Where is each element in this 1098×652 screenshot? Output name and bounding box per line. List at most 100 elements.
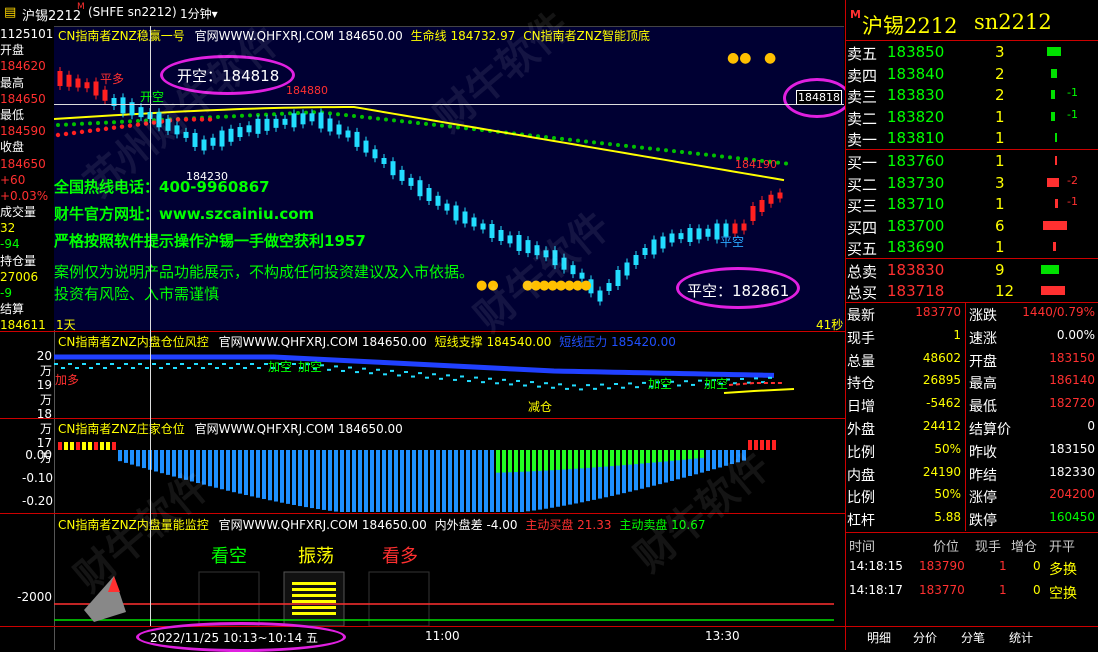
bar-green <box>682 450 686 460</box>
volume-bar <box>1055 133 1057 142</box>
stat-label: 最低 <box>969 399 997 416</box>
candle-body <box>669 233 675 243</box>
candle-body <box>660 236 666 249</box>
support-dot <box>348 366 352 369</box>
box-kan-duo <box>368 571 430 626</box>
ask-price: 183830 <box>887 86 945 104</box>
ma-dot-green <box>712 153 716 158</box>
ma-dot-red <box>87 128 93 134</box>
ask-label: 卖五 <box>847 45 878 63</box>
stat-label: 速涨 <box>969 330 997 347</box>
detail-tabs: 明细 分价 分笔 统计 <box>845 626 1098 650</box>
ma-dot-green <box>352 113 356 118</box>
bar-negative <box>220 450 224 490</box>
bar-info-item: +60 <box>0 172 26 187</box>
support-dot <box>180 363 184 365</box>
zhen-dang-label: 振荡 <box>298 546 334 567</box>
support-dot <box>418 372 422 375</box>
quote-row: 内盘 24190 昨结 182330 <box>845 463 1098 484</box>
bar-green <box>538 450 542 471</box>
bar-positive <box>64 442 68 450</box>
stat-value: 26895 <box>922 373 961 388</box>
bid-price: 183730 <box>887 173 945 192</box>
candle-body <box>327 118 333 132</box>
red-line <box>728 382 784 386</box>
support-dot <box>145 367 149 369</box>
support-dot <box>411 375 415 378</box>
support-dot <box>292 363 296 365</box>
support-dot <box>138 363 142 365</box>
box-kan-kong <box>198 571 260 626</box>
disclaimer-text: 案例仅为说明产品功能展示，不构成任何投资建议及入市依据。 <box>54 263 475 281</box>
bid-label: 买三 <box>847 197 878 215</box>
ma-dot-green <box>336 112 340 117</box>
support-dot <box>502 378 506 381</box>
bar-green <box>502 450 506 473</box>
total-buy-label: 总买 <box>847 284 878 302</box>
quote-row: 日增 -5462 最低 182720 <box>845 394 1098 415</box>
bar-info-item: 184650 <box>0 91 46 106</box>
bar-negative <box>298 450 302 507</box>
tab-stats[interactable]: 统计 <box>1009 629 1033 646</box>
bar-green <box>520 450 524 472</box>
candle-body <box>282 118 288 125</box>
candle-body <box>246 125 252 133</box>
bar-positive <box>760 440 764 450</box>
stat-label: 最新 <box>847 308 875 324</box>
stat-label: 昨收 <box>969 444 997 461</box>
tab-tick[interactable]: 分笔 <box>961 629 985 646</box>
quote-row: 比例 50% 涨停 204200 <box>845 485 1098 506</box>
support-dot <box>187 367 191 369</box>
ticks-header-oi: 增仓 <box>1011 540 1038 555</box>
title-bar: ▤ 沪锡2212 M (SHFE sn2212) 1分钟▾ <box>0 0 845 26</box>
bid-volume: 6 <box>995 216 1005 235</box>
instrument-code: (SHFE sn2212) <box>88 5 177 19</box>
stat-label: 总量 <box>847 353 875 370</box>
bar-negative <box>394 450 398 512</box>
candle-body <box>300 113 306 125</box>
support-dot <box>635 386 639 389</box>
tab-price[interactable]: 分价 <box>913 629 937 646</box>
volume-bar <box>1047 177 1059 187</box>
support-dot <box>68 363 72 365</box>
candle-body <box>777 192 783 199</box>
quote-row: 买四 183700 6 <box>845 215 1098 237</box>
bar-info-panel: 11251013 开盘 184620 最高 184650 最低 184590 收盘 184650… <box>0 26 61 334</box>
bar-green <box>622 450 626 466</box>
ask-volume: 1 <box>995 107 1005 126</box>
ma-dot-green <box>656 147 660 152</box>
bar-negative <box>436 450 440 512</box>
stat-label: 现手 <box>847 330 875 347</box>
stat-label: 持仓 <box>847 376 875 393</box>
tick-time: 14:18:15 <box>849 559 903 573</box>
support-dot <box>397 374 401 377</box>
add-short-signal: 加空 <box>268 360 293 374</box>
stat-label: 跌停 <box>969 513 997 530</box>
ma-dot-green <box>720 154 724 159</box>
volume-bar <box>1047 47 1061 56</box>
support-dot <box>677 384 681 387</box>
candle-body <box>399 169 405 181</box>
risk-text: 投资有风险、入市需谨慎 <box>54 285 220 303</box>
ma-dot-green <box>368 115 372 120</box>
stat-label: 内盘 <box>847 467 875 484</box>
ma-dot-green <box>400 119 404 124</box>
ma-dot-green <box>696 151 700 156</box>
ma-dot-green <box>632 144 636 149</box>
ma-dot-green <box>80 121 84 126</box>
ask-label: 卖二 <box>847 109 878 128</box>
support-dot <box>474 376 478 379</box>
candle-body <box>210 137 216 146</box>
bar-negative <box>154 450 158 472</box>
support-dot <box>201 367 205 369</box>
tick-time: 14:18:17 <box>849 583 903 597</box>
period-dropdown[interactable]: 1分钟▾ <box>180 5 218 22</box>
panel4-chart[interactable] <box>54 532 844 626</box>
bar-green <box>616 450 620 466</box>
tab-detail[interactable]: 明细 <box>867 629 891 646</box>
bar-green <box>640 450 644 464</box>
bar-negative <box>424 450 428 512</box>
bar-negative <box>472 450 476 512</box>
bar-info-item: 184650 <box>0 156 46 171</box>
support-dot <box>362 367 366 370</box>
